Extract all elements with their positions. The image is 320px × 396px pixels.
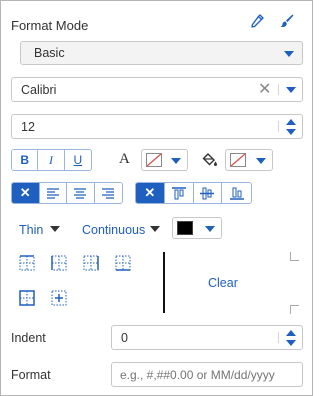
indent-label: Indent: [11, 331, 46, 345]
border-outer-icon[interactable]: [19, 290, 35, 306]
valign-bottom-button[interactable]: [222, 183, 251, 203]
chevron-down-icon: [150, 226, 160, 232]
align-left-button[interactable]: [39, 183, 67, 203]
format-mode-label: Format Mode: [11, 18, 89, 33]
chevron-down-icon: [50, 226, 60, 232]
decrement-icon[interactable]: [286, 340, 296, 346]
increment-icon[interactable]: [286, 119, 296, 125]
no-color-swatch-icon: [230, 153, 246, 167]
align-center-icon: [74, 187, 87, 199]
border-weight-dropdown[interactable]: Thin: [19, 221, 65, 239]
border-bottom-icon[interactable]: [115, 255, 131, 271]
underline-button[interactable]: U: [64, 150, 91, 170]
format-mode-value: Basic: [34, 46, 65, 60]
font-size-stepper[interactable]: 12: [11, 114, 303, 139]
valign-none-button[interactable]: ✕: [136, 183, 165, 203]
increment-icon[interactable]: [286, 330, 296, 336]
border-style-dropdown[interactable]: Continuous: [82, 221, 162, 239]
align-none-button[interactable]: ✕: [12, 183, 40, 203]
format-input[interactable]: [111, 362, 303, 387]
chevron-down-icon: [284, 51, 294, 57]
fill-bucket-icon: [202, 152, 218, 173]
font-color-icon: A: [119, 151, 130, 167]
format-mode-select[interactable]: Basic: [20, 41, 303, 65]
indent-value: 0: [121, 330, 128, 345]
brush-icon[interactable]: [279, 13, 295, 34]
indent-stepper[interactable]: 0: [111, 325, 303, 350]
eyedropper-icon[interactable]: [249, 13, 265, 34]
align-center-button[interactable]: [67, 183, 95, 203]
chevron-down-icon[interactable]: [286, 87, 296, 93]
format-panel: Format Mode Basic Calibri ✕ 12 B I U A ✕…: [0, 0, 313, 396]
align-bottom-icon: [229, 187, 244, 200]
valign-middle-button[interactable]: [193, 183, 223, 203]
clear-border-link[interactable]: Clear: [208, 276, 238, 290]
vertical-align-group: ✕: [135, 182, 252, 204]
align-left-icon: [46, 187, 59, 199]
valign-top-button[interactable]: [164, 183, 194, 203]
border-right-icon[interactable]: [83, 255, 99, 271]
font-color-picker[interactable]: [141, 149, 188, 171]
border-color-picker[interactable]: [172, 217, 222, 239]
font-size-value: 12: [21, 119, 35, 134]
color-swatch: [177, 221, 193, 235]
border-all-icon[interactable]: [19, 255, 35, 271]
format-label: Format: [11, 368, 51, 382]
border-weight-value: Thin: [19, 223, 44, 237]
text-style-group: B I U: [11, 149, 92, 171]
border-preview-line: [163, 252, 165, 313]
align-right-icon: [102, 187, 115, 199]
close-x-icon: ✕: [19, 185, 31, 200]
close-x-icon: ✕: [144, 185, 156, 200]
align-top-icon: [171, 186, 186, 199]
font-family-combo[interactable]: Calibri ✕: [11, 77, 303, 102]
chevron-down-icon: [205, 226, 215, 232]
border-style-value: Continuous: [82, 223, 146, 237]
border-left-icon[interactable]: [51, 255, 67, 271]
decrement-icon[interactable]: [286, 129, 296, 135]
fill-color-picker[interactable]: [225, 149, 273, 171]
chevron-down-icon: [256, 158, 266, 164]
no-color-swatch-icon: [146, 153, 162, 167]
preview-corner-bottom-right: [290, 305, 299, 314]
border-inner-icon[interactable]: [51, 290, 67, 306]
bold-button[interactable]: B: [12, 150, 39, 170]
horizontal-align-group: ✕: [11, 182, 123, 204]
chevron-down-icon: [171, 158, 181, 164]
align-right-button[interactable]: [94, 183, 122, 203]
align-middle-icon: [200, 187, 215, 199]
font-family-value: Calibri: [21, 82, 57, 97]
preview-corner-top-right: [290, 252, 299, 261]
italic-button[interactable]: I: [38, 150, 65, 170]
clear-x-icon[interactable]: ✕: [258, 82, 271, 98]
